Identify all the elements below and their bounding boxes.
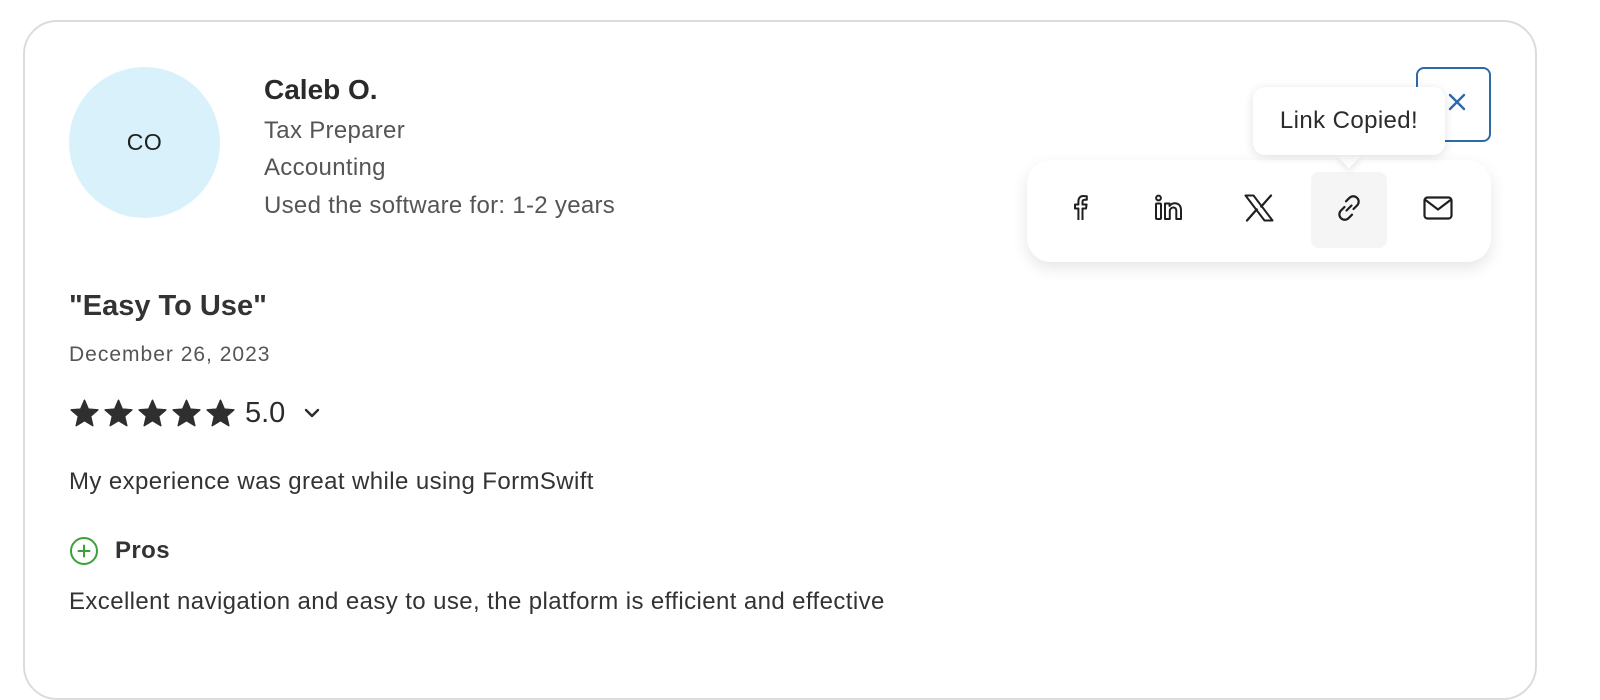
pros-label: Pros — [115, 537, 170, 564]
avatar-initials: CO — [126, 129, 163, 155]
review-date: December 26, 2023 — [69, 343, 271, 366]
copy-link-button[interactable] — [1311, 172, 1387, 248]
share-panel — [1027, 160, 1491, 262]
star-icon — [70, 399, 99, 426]
reviewer-role: Tax Preparer — [264, 117, 405, 144]
rating-row: 5.0 — [69, 393, 321, 433]
reviewer-usage: Used the software for: 1-2 years — [264, 192, 616, 219]
reviewer-name: Caleb O. — [264, 74, 378, 105]
star-icon — [104, 399, 133, 426]
pros-header: Pros — [69, 536, 170, 566]
x-share-button[interactable] — [1221, 172, 1297, 248]
star-icon — [206, 399, 235, 426]
review-summary: My experience was great while using Form… — [69, 468, 594, 495]
x-icon — [1243, 193, 1275, 228]
reviewer-industry: Accounting — [264, 154, 386, 181]
star-icon — [138, 399, 167, 426]
rating-value: 5.0 — [245, 396, 286, 429]
close-icon — [1447, 92, 1467, 117]
chevron-down-icon[interactable] — [303, 407, 321, 419]
plus-circle-icon — [69, 536, 99, 566]
facebook-share-button[interactable] — [1042, 172, 1118, 248]
star-icon — [172, 399, 201, 426]
review-title: "Easy To Use" — [69, 290, 267, 322]
linkedin-share-button[interactable] — [1131, 172, 1207, 248]
facebook-icon — [1066, 193, 1094, 228]
pros-text: Excellent navigation and easy to use, th… — [69, 588, 885, 615]
link-icon — [1333, 192, 1365, 229]
mail-icon — [1422, 194, 1454, 227]
linkedin-icon — [1153, 193, 1185, 228]
link-copied-tooltip: Link Copied! — [1253, 87, 1445, 155]
email-share-button[interactable] — [1400, 172, 1476, 248]
star-rating — [69, 398, 239, 429]
avatar: CO — [69, 67, 220, 218]
